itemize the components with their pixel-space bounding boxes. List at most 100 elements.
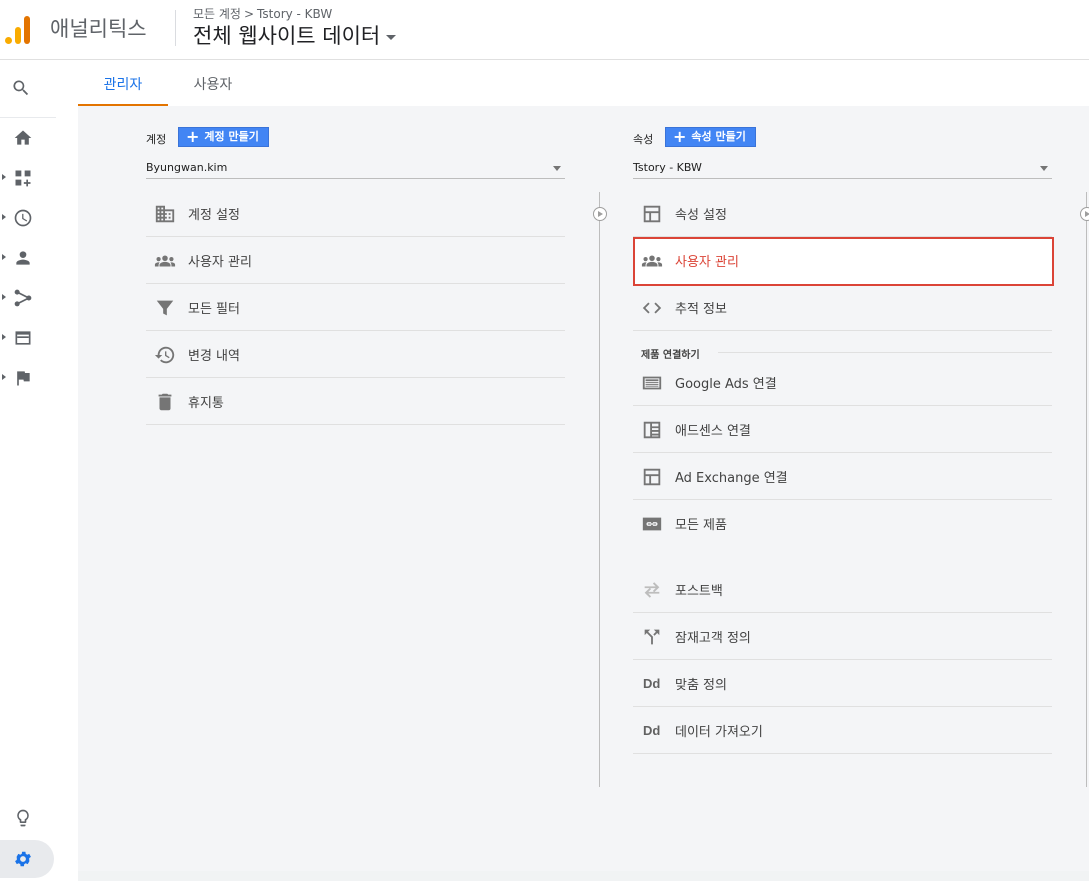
expand-arrow-icon [2, 334, 6, 340]
account-selected: Byungwan.kim [146, 161, 228, 174]
dashboard-icon [15, 170, 31, 187]
nav-audience[interactable] [0, 240, 56, 276]
nav-admin[interactable] [0, 840, 54, 878]
nav-conversions[interactable] [0, 360, 56, 396]
nav-behavior[interactable] [0, 320, 56, 356]
custom-definitions-item[interactable]: Dd 맞춤 정의 [633, 660, 1052, 707]
account-user-management-item[interactable]: 사용자 관리 [146, 237, 565, 284]
admin-content: 계정 + 계정 만들기 Byungwan.kim 계정 설정 사용자 관리 모든 … [78, 106, 1089, 871]
building-icon [154, 203, 176, 225]
arrow-right-circle-icon [1080, 207, 1089, 221]
create-account-button[interactable]: + 계정 만들기 [178, 127, 269, 147]
nav-divider [0, 117, 56, 118]
menu-item-label: 속성 설정 [675, 208, 727, 223]
flag-icon [17, 371, 30, 386]
menu-item-label: 계정 설정 [188, 208, 240, 223]
adsense-icon [641, 419, 663, 441]
adsense-linking-item[interactable]: 애드센스 연결 [633, 406, 1052, 453]
menu-item-label: 포스트백 [675, 584, 723, 599]
clock-icon [14, 209, 32, 227]
dd-icon-text: Dd [643, 676, 661, 691]
tab-user[interactable]: 사용자 [168, 60, 258, 106]
trash-icon [154, 391, 176, 413]
home-icon [14, 130, 32, 145]
postback-item[interactable]: 포스트백 [633, 566, 1052, 613]
menu-item-label: 변경 내역 [188, 349, 240, 364]
people-icon [641, 250, 663, 272]
dropdown-arrow-icon [553, 166, 561, 171]
search-icon [13, 80, 29, 96]
account-selector[interactable]: Byungwan.kim [146, 157, 565, 179]
create-property-label: 속성 만들기 [691, 130, 746, 143]
audience-definitions-item[interactable]: 잠재고객 정의 [633, 613, 1052, 660]
menu-item-label: 추적 정보 [675, 302, 727, 317]
column-connector-line [599, 192, 600, 787]
plus-icon: + [186, 127, 200, 146]
column-connector-line [1086, 192, 1087, 787]
tab-admin[interactable]: 관리자 [78, 60, 168, 106]
arrow-right-circle-icon [593, 207, 607, 221]
fork-icon [641, 626, 663, 648]
property-selected: Tstory - KBW [633, 161, 702, 174]
property-selector[interactable]: Tstory - KBW [633, 157, 1052, 179]
ad-exchange-linking-item[interactable]: Ad Exchange 연결 [633, 453, 1052, 500]
tracking-info-item[interactable]: 추적 정보 [633, 284, 1052, 331]
property-settings-item[interactable]: 속성 설정 [633, 190, 1052, 237]
all-filters-item[interactable]: 모든 필터 [146, 284, 565, 331]
trash-item[interactable]: 휴지통 [146, 378, 565, 425]
menu-item-label: 애드센스 연결 [675, 424, 751, 439]
property-label: 속성 [633, 133, 654, 146]
breadcrumb-account[interactable]: 모든 계정 [193, 7, 241, 21]
caret-down-icon [386, 34, 397, 40]
bottom-strip [78, 871, 1089, 881]
menu-item-label: 잠재고객 정의 [675, 631, 751, 646]
data-import-item[interactable]: Dd 데이터 가져오기 [633, 707, 1052, 754]
window-icon [641, 203, 663, 225]
postback-icon [641, 579, 663, 601]
menu-item-label: Google Ads 연결 [675, 377, 777, 392]
expand-arrow-icon [2, 374, 6, 380]
code-icon [641, 297, 663, 319]
gear-icon [15, 851, 31, 867]
history-icon [154, 344, 176, 366]
section-divider [718, 352, 1052, 353]
plus-icon: + [673, 127, 687, 146]
admin-tabs: 관리자 사용자 [78, 60, 1089, 106]
view-title: 전체 웹사이트 데이터 [193, 24, 381, 48]
nav-customization[interactable] [0, 160, 56, 196]
change-history-item[interactable]: 변경 내역 [146, 331, 565, 378]
nav-realtime[interactable] [0, 200, 56, 236]
nav-discover[interactable] [0, 800, 56, 836]
menu-item-label: Ad Exchange 연결 [675, 471, 788, 486]
breadcrumb-separator-icon: > [243, 7, 255, 21]
menu-item-label: 사용자 관리 [675, 255, 739, 270]
header-divider [175, 10, 176, 46]
expand-arrow-icon [2, 174, 6, 180]
create-property-button[interactable]: + 속성 만들기 [665, 127, 756, 147]
nav-home[interactable] [0, 120, 56, 156]
people-icon [154, 250, 176, 272]
app-header: 애널리틱스 모든 계정 > Tstory - KBW 전체 웹사이트 데이터 [0, 0, 1089, 60]
dd-icon-text: Dd [643, 723, 661, 738]
acquisition-icon [14, 289, 32, 307]
lightbulb-icon [17, 809, 29, 827]
nav-search[interactable] [0, 70, 56, 106]
link-icon [641, 513, 663, 535]
dd-icon: Dd [641, 720, 663, 742]
analytics-logo-icon[interactable] [5, 12, 33, 44]
filter-icon [154, 297, 176, 319]
left-nav [0, 60, 56, 881]
menu-item-label: 모든 필터 [188, 302, 240, 317]
nav-acquisition[interactable] [0, 280, 56, 316]
property-user-management-item[interactable]: 사용자 관리 [633, 237, 1054, 286]
account-settings-item[interactable]: 계정 설정 [146, 190, 565, 237]
all-products-item[interactable]: 모든 제품 [633, 500, 1052, 547]
behavior-icon [15, 331, 31, 345]
dd-icon: Dd [641, 673, 663, 695]
view-selector[interactable]: 전체 웹사이트 데이터 [193, 20, 397, 50]
breadcrumb-property[interactable]: Tstory - KBW [257, 7, 332, 21]
google-ads-linking-item[interactable]: Google Ads 연결 [633, 359, 1052, 406]
person-icon [16, 251, 30, 265]
create-account-label: 계정 만들기 [204, 130, 259, 143]
dropdown-arrow-icon [1040, 166, 1048, 171]
